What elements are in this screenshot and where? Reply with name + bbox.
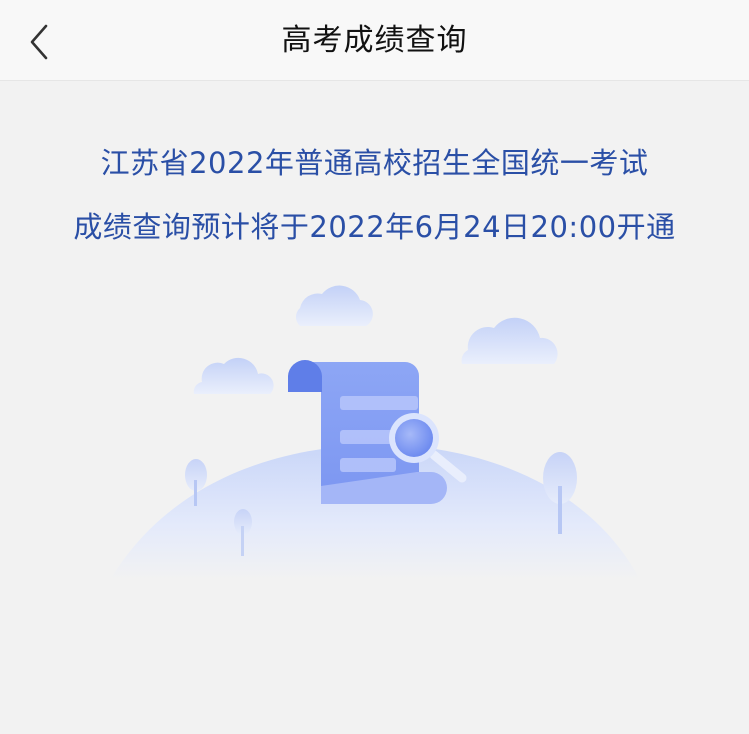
page-title: 高考成绩查询 xyxy=(281,23,468,58)
cloud-icon xyxy=(461,317,558,364)
notice-line-exam-name: 江苏省2022年普通高校招生全国统一考试 xyxy=(100,146,649,180)
notice-line-open-time: 成绩查询预计将于2022年6月24日20:00开通 xyxy=(73,210,676,244)
cloud-icon xyxy=(193,357,274,394)
empty-state-illustration xyxy=(110,285,640,580)
cloud-icon xyxy=(295,285,373,326)
nav-bar: 高考成绩查询 xyxy=(0,0,749,81)
